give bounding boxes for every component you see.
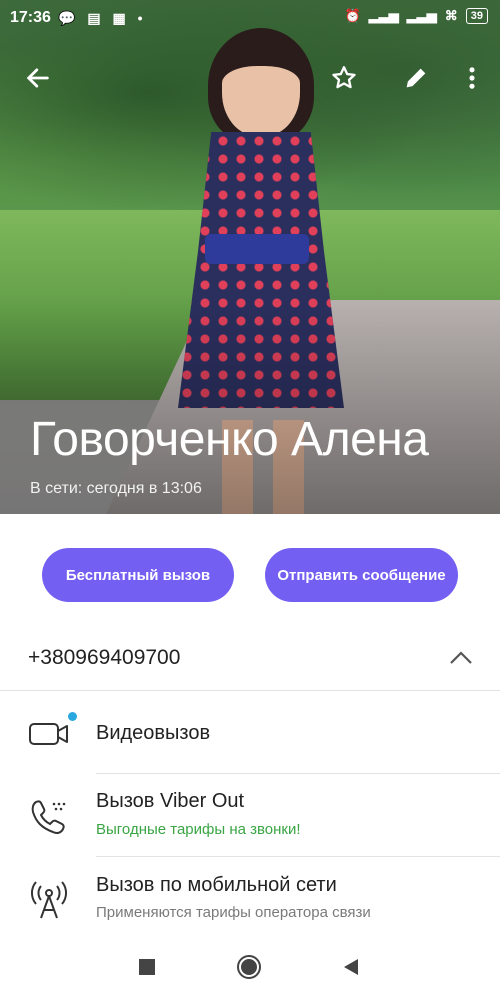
signal-icon: ▂▃▅ bbox=[368, 8, 399, 23]
back-triangle-icon[interactable] bbox=[338, 954, 364, 980]
photo-person-belt bbox=[205, 234, 309, 264]
phone-number: +380969409700 bbox=[28, 646, 181, 669]
mobile-call-subtitle: Применяются тарифы оператора связи bbox=[96, 904, 371, 921]
divider bbox=[0, 690, 500, 691]
divider bbox=[96, 773, 500, 774]
video-camera-icon bbox=[29, 723, 68, 745]
battery-indicator: 39 bbox=[465, 8, 488, 24]
chevron-up-icon[interactable] bbox=[448, 648, 474, 668]
viber-out-title: Вызов Viber Out bbox=[96, 790, 245, 812]
star-icon[interactable] bbox=[324, 58, 364, 98]
antenna-icon bbox=[31, 881, 67, 919]
more-vert-icon[interactable] bbox=[452, 58, 492, 98]
system-nav-bar bbox=[0, 934, 500, 1000]
status-left-icons: 💬 ▤ ▦ • bbox=[58, 10, 146, 27]
alarm-icon: ⏰ bbox=[344, 8, 361, 23]
signal-icon: ▂▃▅ bbox=[406, 8, 437, 23]
contact-presence: В сети: сегодня в 13:06 bbox=[30, 480, 202, 497]
send-message-button[interactable]: Отправить сообщение bbox=[265, 548, 458, 602]
pencil-icon[interactable] bbox=[396, 58, 436, 98]
free-call-button[interactable]: Бесплатный вызов bbox=[42, 548, 234, 602]
divider bbox=[96, 856, 500, 857]
mobile-call-title: Вызов по мобильной сети bbox=[96, 874, 337, 896]
wifi-icon: ⌘ bbox=[444, 8, 458, 23]
back-arrow-icon[interactable] bbox=[18, 58, 58, 98]
contact-name: Говорченко Алена bbox=[30, 413, 429, 466]
recents-square-icon[interactable] bbox=[134, 954, 160, 980]
chat-bubble-icon: 💬 bbox=[58, 10, 80, 26]
message-icon: ▤ bbox=[87, 10, 105, 26]
status-right-icons: ⏰ ▂▃▅ ▂▃▅ ⌘ 39 bbox=[345, 8, 488, 24]
home-circle-icon[interactable] bbox=[236, 954, 262, 980]
new-feature-dot bbox=[68, 712, 77, 721]
dot-icon: • bbox=[137, 10, 147, 26]
viber-out-phone-icon bbox=[31, 800, 66, 834]
video-call-title: Видеовызов bbox=[96, 722, 211, 744]
status-time: 17:36 bbox=[10, 9, 51, 26]
status-bar: 17:36 💬 ▤ ▦ • ⏰ ▂▃▅ ▂▃▅ ⌘ 39 bbox=[0, 0, 500, 36]
qr-icon: ▦ bbox=[112, 10, 130, 26]
viber-out-subtitle: Выгодные тарифы на звонки! bbox=[96, 821, 301, 838]
photo-person-face bbox=[222, 40, 300, 136]
